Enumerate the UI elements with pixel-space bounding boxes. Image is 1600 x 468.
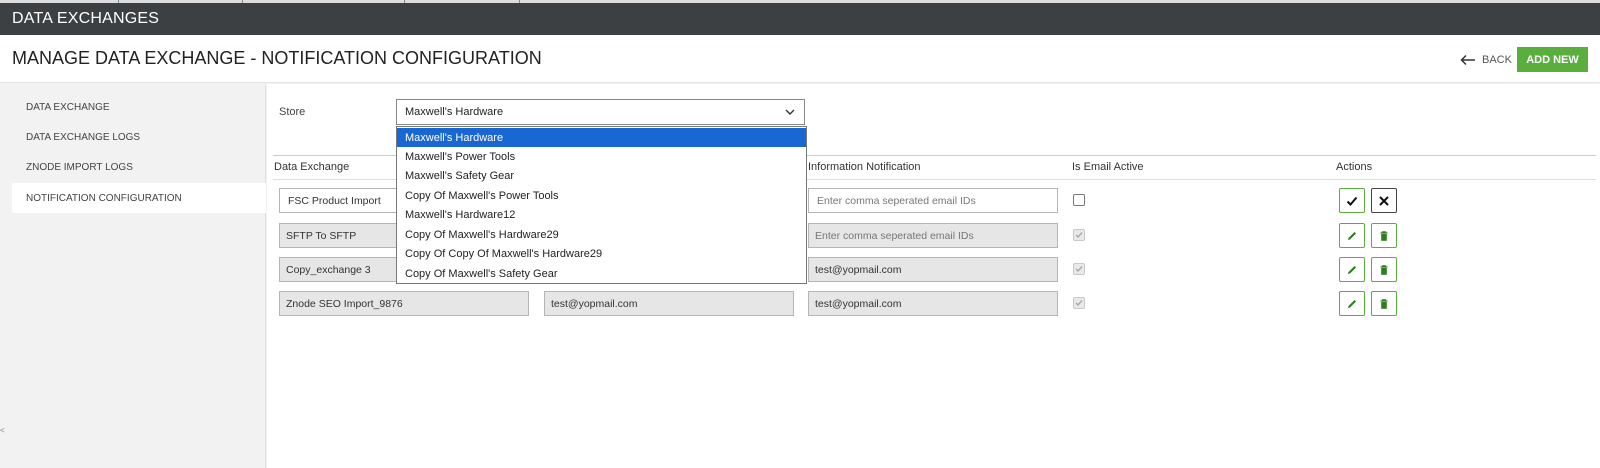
store-option[interactable]: Maxwell's Hardware bbox=[397, 128, 806, 147]
module-title: DATA EXCHANGES bbox=[12, 10, 160, 27]
edit-button[interactable] bbox=[1339, 291, 1365, 316]
page-title: MANAGE DATA EXCHANGE - NOTIFICATION CONF… bbox=[12, 48, 542, 68]
store-option[interactable]: Copy Of Copy Of Maxwell's Hardware29 bbox=[397, 244, 806, 263]
store-label: Store bbox=[279, 106, 306, 118]
information-notification-input: test@yopmail.com bbox=[808, 291, 1058, 316]
trash-icon bbox=[1380, 264, 1388, 275]
chevron-down-icon bbox=[785, 109, 795, 115]
delete-button[interactable] bbox=[1371, 291, 1397, 316]
store-option[interactable]: Maxwell's Hardware12 bbox=[397, 205, 806, 224]
sidebar: DATA EXCHANGE DATA EXCHANGE LOGS ZNODE I… bbox=[0, 84, 266, 468]
trash-icon bbox=[1380, 298, 1388, 309]
sidebar-item-data-exchange[interactable]: DATA EXCHANGE bbox=[12, 92, 266, 122]
column-header-data-exchange: Data Exchange bbox=[274, 161, 350, 173]
column-header-actions: Actions bbox=[1336, 161, 1373, 173]
save-button[interactable] bbox=[1339, 188, 1365, 213]
check-icon bbox=[1075, 300, 1083, 307]
resize-handle[interactable]: < bbox=[0, 426, 5, 435]
sidebar-item-label: DATA EXCHANGE bbox=[26, 101, 110, 113]
email-active-checkbox bbox=[1073, 263, 1085, 275]
top-bar: DATA EXCHANGES bbox=[0, 3, 1600, 35]
cancel-button[interactable] bbox=[1371, 188, 1397, 213]
column-header-information-notification: Information Notification bbox=[808, 161, 921, 173]
store-select[interactable]: Maxwell's Hardware bbox=[396, 99, 805, 125]
sidebar-item-notification-configuration[interactable]: NOTIFICATION CONFIGURATION bbox=[12, 183, 266, 213]
data-exchange-field: Znode SEO Import_9876 bbox=[279, 291, 529, 316]
pencil-icon bbox=[1348, 265, 1356, 274]
sidebar-item-label: DATA EXCHANGE LOGS bbox=[26, 131, 141, 143]
information-notification-input[interactable]: Enter comma seperated email IDs bbox=[808, 188, 1058, 213]
sidebar-item-znode-import-logs[interactable]: ZNODE IMPORT LOGS bbox=[12, 152, 266, 182]
page-header: MANAGE DATA EXCHANGE - NOTIFICATION CONF… bbox=[0, 35, 1600, 83]
back-label: BACK bbox=[1482, 54, 1512, 66]
trash-icon bbox=[1380, 230, 1388, 241]
check-icon bbox=[1346, 196, 1358, 206]
information-notification-input: Enter comma seperated email IDs bbox=[808, 223, 1058, 248]
pencil-icon bbox=[1348, 231, 1356, 240]
arrow-left-icon bbox=[1460, 54, 1475, 66]
edit-button[interactable] bbox=[1339, 257, 1365, 282]
store-option[interactable]: Copy Of Maxwell's Safety Gear bbox=[397, 264, 806, 283]
sidebar-item-label: ZNODE IMPORT LOGS bbox=[26, 161, 133, 173]
edit-button[interactable] bbox=[1339, 223, 1365, 248]
store-option[interactable]: Maxwell's Safety Gear bbox=[397, 166, 806, 185]
store-dropdown-list: Maxwell's Hardware Maxwell's Power Tools… bbox=[396, 126, 807, 284]
store-option[interactable]: Maxwell's Power Tools bbox=[397, 147, 806, 166]
email-active-checkbox bbox=[1073, 229, 1085, 241]
delete-button[interactable] bbox=[1371, 257, 1397, 282]
sidebar-item-label: NOTIFICATION CONFIGURATION bbox=[26, 192, 182, 204]
email-active-checkbox[interactable] bbox=[1073, 194, 1085, 206]
delete-button[interactable] bbox=[1371, 223, 1397, 248]
information-notification-input: test@yopmail.com bbox=[808, 257, 1058, 282]
close-icon bbox=[1379, 195, 1389, 206]
check-icon bbox=[1075, 232, 1083, 239]
store-option[interactable]: Copy Of Maxwell's Hardware29 bbox=[397, 225, 806, 244]
store-selected-value: Maxwell's Hardware bbox=[405, 106, 504, 118]
back-button[interactable]: BACK bbox=[1460, 51, 1512, 69]
column-header-is-email-active: Is Email Active bbox=[1072, 161, 1144, 173]
pencil-icon bbox=[1348, 299, 1356, 308]
add-new-button[interactable]: ADD NEW bbox=[1517, 47, 1588, 72]
error-notification-input: test@yopmail.com bbox=[544, 291, 794, 316]
email-active-checkbox bbox=[1073, 297, 1085, 309]
check-icon bbox=[1075, 266, 1083, 273]
store-option[interactable]: Copy Of Maxwell's Power Tools bbox=[397, 186, 806, 205]
sidebar-item-data-exchange-logs[interactable]: DATA EXCHANGE LOGS bbox=[12, 122, 266, 152]
